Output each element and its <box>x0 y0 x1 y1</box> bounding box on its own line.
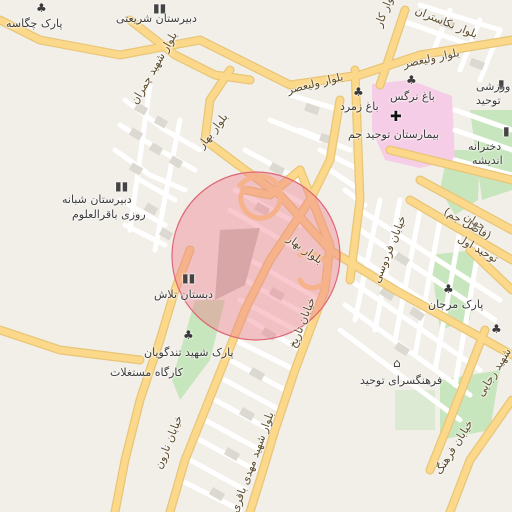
place-label-school-talash[interactable]: دبستان تلاش <box>154 288 213 301</box>
tree-icon[interactable]: ♣ <box>183 329 194 341</box>
tree-icon[interactable]: ♣ <box>491 323 502 335</box>
place-label-farhangsara-tohid[interactable]: فرهنگسرای توحید <box>360 374 442 387</box>
place-label-school-varzeshi-2[interactable]: توحید <box>476 94 501 107</box>
tree-icon[interactable]: ♣ <box>443 283 454 295</box>
place-label-hospital-tohid[interactable]: بیمارستان توحید جم <box>348 128 439 141</box>
place-label-bagh-narges[interactable]: باغ نرگس <box>390 90 435 103</box>
place-label-school-shabaneh-1[interactable]: دبیرستان شبانه <box>62 193 132 206</box>
place-label-park-marjan[interactable]: پارک مرجان <box>428 298 483 311</box>
tree-icon[interactable]: ♣ <box>406 74 417 86</box>
tree-icon[interactable]: ♣ <box>36 2 47 14</box>
hospital-icon[interactable]: ✚ <box>390 110 402 124</box>
place-label-bagh-zomorod[interactable]: باغ زمرد <box>340 100 379 113</box>
place-label-school-girls-2[interactable]: اندیشه <box>472 154 503 167</box>
school-icon[interactable]: ▮▮ <box>182 272 195 284</box>
place-label-school-varzeshi-1[interactable]: ورزشی <box>476 80 510 93</box>
school-icon[interactable]: ▮▮ <box>115 180 128 192</box>
place-label-school-girls-1[interactable]: دخترانه <box>468 140 501 153</box>
place-label-workshop-mostaghelat[interactable]: کارگاه مستغلات <box>110 366 183 379</box>
place-label-park-tondgooyan[interactable]: پارک شهید تندگویان <box>144 346 234 359</box>
museum-icon[interactable]: ⌂ <box>393 357 401 369</box>
place-label-school-shariati[interactable]: دبیرستان شریعتی <box>116 12 197 25</box>
school-icon[interactable]: ▮ <box>503 125 510 137</box>
place-label-school-shabaneh-2[interactable]: روزی باقرالعلوم <box>72 208 146 221</box>
tree-icon[interactable]: ♣ <box>353 86 364 98</box>
place-label-park-chegase[interactable]: پارک چگاسه <box>6 17 62 30</box>
map-view[interactable]: ♣ ▮▮ ▮▮ ▮▮ ♣ ♣ ♣ ✚ ▮ ♣ ♣ ⌂ ▮ پارک چگاسه … <box>0 0 512 512</box>
